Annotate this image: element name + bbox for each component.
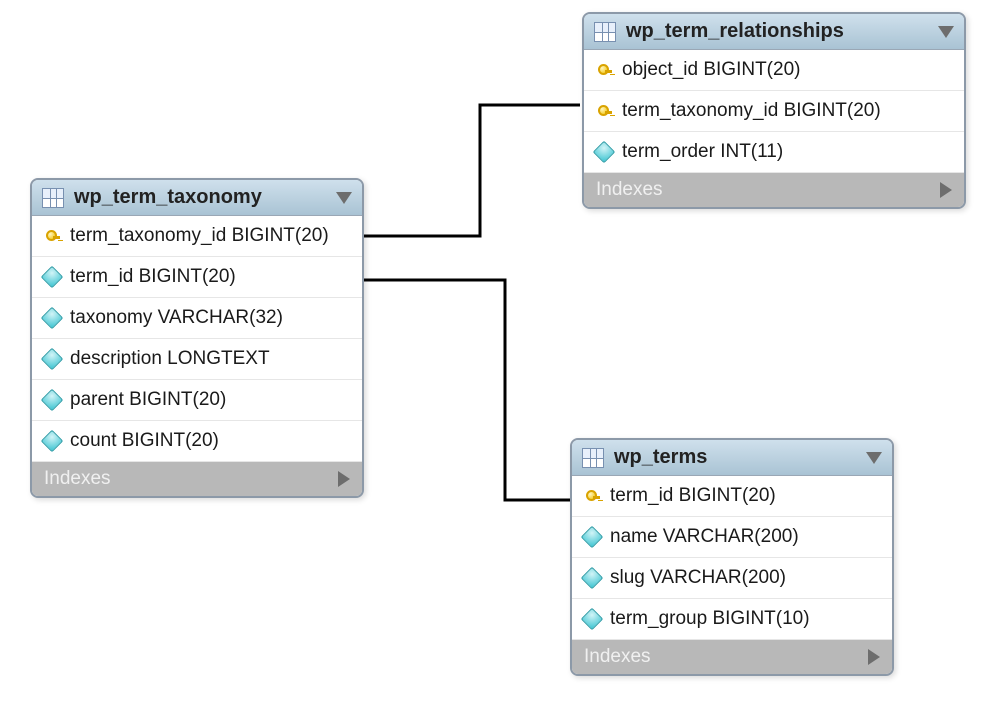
- diamond-icon: [41, 389, 64, 412]
- diamond-icon: [41, 307, 64, 330]
- column-label: taxonomy VARCHAR(32): [70, 307, 283, 329]
- key-icon: [44, 228, 60, 244]
- table-icon: [582, 448, 604, 468]
- indexes-row[interactable]: Indexes: [32, 462, 362, 496]
- diamond-icon: [41, 430, 64, 453]
- table-title: wp_terms: [614, 446, 856, 469]
- table-title: wp_term_relationships: [626, 20, 928, 43]
- diamond-icon: [581, 567, 604, 590]
- indexes-label: Indexes: [584, 646, 868, 668]
- column-label: term_order INT(11): [622, 141, 783, 163]
- indexes-row[interactable]: Indexes: [572, 640, 892, 674]
- column-label: term_group BIGINT(10): [610, 608, 810, 630]
- column-label: description LONGTEXT: [70, 348, 270, 370]
- table-header[interactable]: wp_term_taxonomy: [32, 180, 362, 216]
- column-label: slug VARCHAR(200): [610, 567, 786, 589]
- column-row: term_id BIGINT(20): [572, 476, 892, 517]
- column-row: slug VARCHAR(200): [572, 558, 892, 599]
- collapse-icon[interactable]: [336, 192, 352, 204]
- expand-icon[interactable]: [338, 471, 350, 487]
- column-row: count BIGINT(20): [32, 421, 362, 462]
- diamond-icon: [581, 608, 604, 631]
- column-row: parent BIGINT(20): [32, 380, 362, 421]
- column-label: term_id BIGINT(20): [70, 266, 236, 288]
- table-wp-term-relationships[interactable]: wp_term_relationships object_id BIGINT(2…: [582, 12, 966, 209]
- table-wp-terms[interactable]: wp_terms term_id BIGINT(20) name VARCHAR…: [570, 438, 894, 676]
- key-icon: [596, 62, 612, 78]
- indexes-row[interactable]: Indexes: [584, 173, 964, 207]
- table-title: wp_term_taxonomy: [74, 186, 326, 209]
- column-row: term_taxonomy_id BIGINT(20): [584, 91, 964, 132]
- diamond-icon: [41, 266, 64, 289]
- column-row: term_group BIGINT(10): [572, 599, 892, 640]
- diamond-icon: [581, 526, 604, 549]
- key-icon: [596, 103, 612, 119]
- column-label: object_id BIGINT(20): [622, 59, 800, 81]
- column-row: object_id BIGINT(20): [584, 50, 964, 91]
- table-wp-term-taxonomy[interactable]: wp_term_taxonomy term_taxonomy_id BIGINT…: [30, 178, 364, 498]
- table-header[interactable]: wp_term_relationships: [584, 14, 964, 50]
- column-row: taxonomy VARCHAR(32): [32, 298, 362, 339]
- collapse-icon[interactable]: [866, 452, 882, 464]
- table-icon: [42, 188, 64, 208]
- diamond-icon: [41, 348, 64, 371]
- key-icon: [584, 488, 600, 504]
- column-row: term_order INT(11): [584, 132, 964, 173]
- column-row: term_id BIGINT(20): [32, 257, 362, 298]
- column-label: name VARCHAR(200): [610, 526, 799, 548]
- expand-icon[interactable]: [868, 649, 880, 665]
- diamond-icon: [593, 141, 616, 164]
- expand-icon[interactable]: [940, 182, 952, 198]
- column-label: term_id BIGINT(20): [610, 485, 776, 507]
- column-row: description LONGTEXT: [32, 339, 362, 380]
- collapse-icon[interactable]: [938, 26, 954, 38]
- column-row: term_taxonomy_id BIGINT(20): [32, 216, 362, 257]
- indexes-label: Indexes: [44, 468, 338, 490]
- indexes-label: Indexes: [596, 179, 940, 201]
- column-label: parent BIGINT(20): [70, 389, 226, 411]
- column-label: term_taxonomy_id BIGINT(20): [70, 225, 329, 247]
- column-label: count BIGINT(20): [70, 430, 219, 452]
- column-row: name VARCHAR(200): [572, 517, 892, 558]
- table-icon: [594, 22, 616, 42]
- column-label: term_taxonomy_id BIGINT(20): [622, 100, 881, 122]
- table-header[interactable]: wp_terms: [572, 440, 892, 476]
